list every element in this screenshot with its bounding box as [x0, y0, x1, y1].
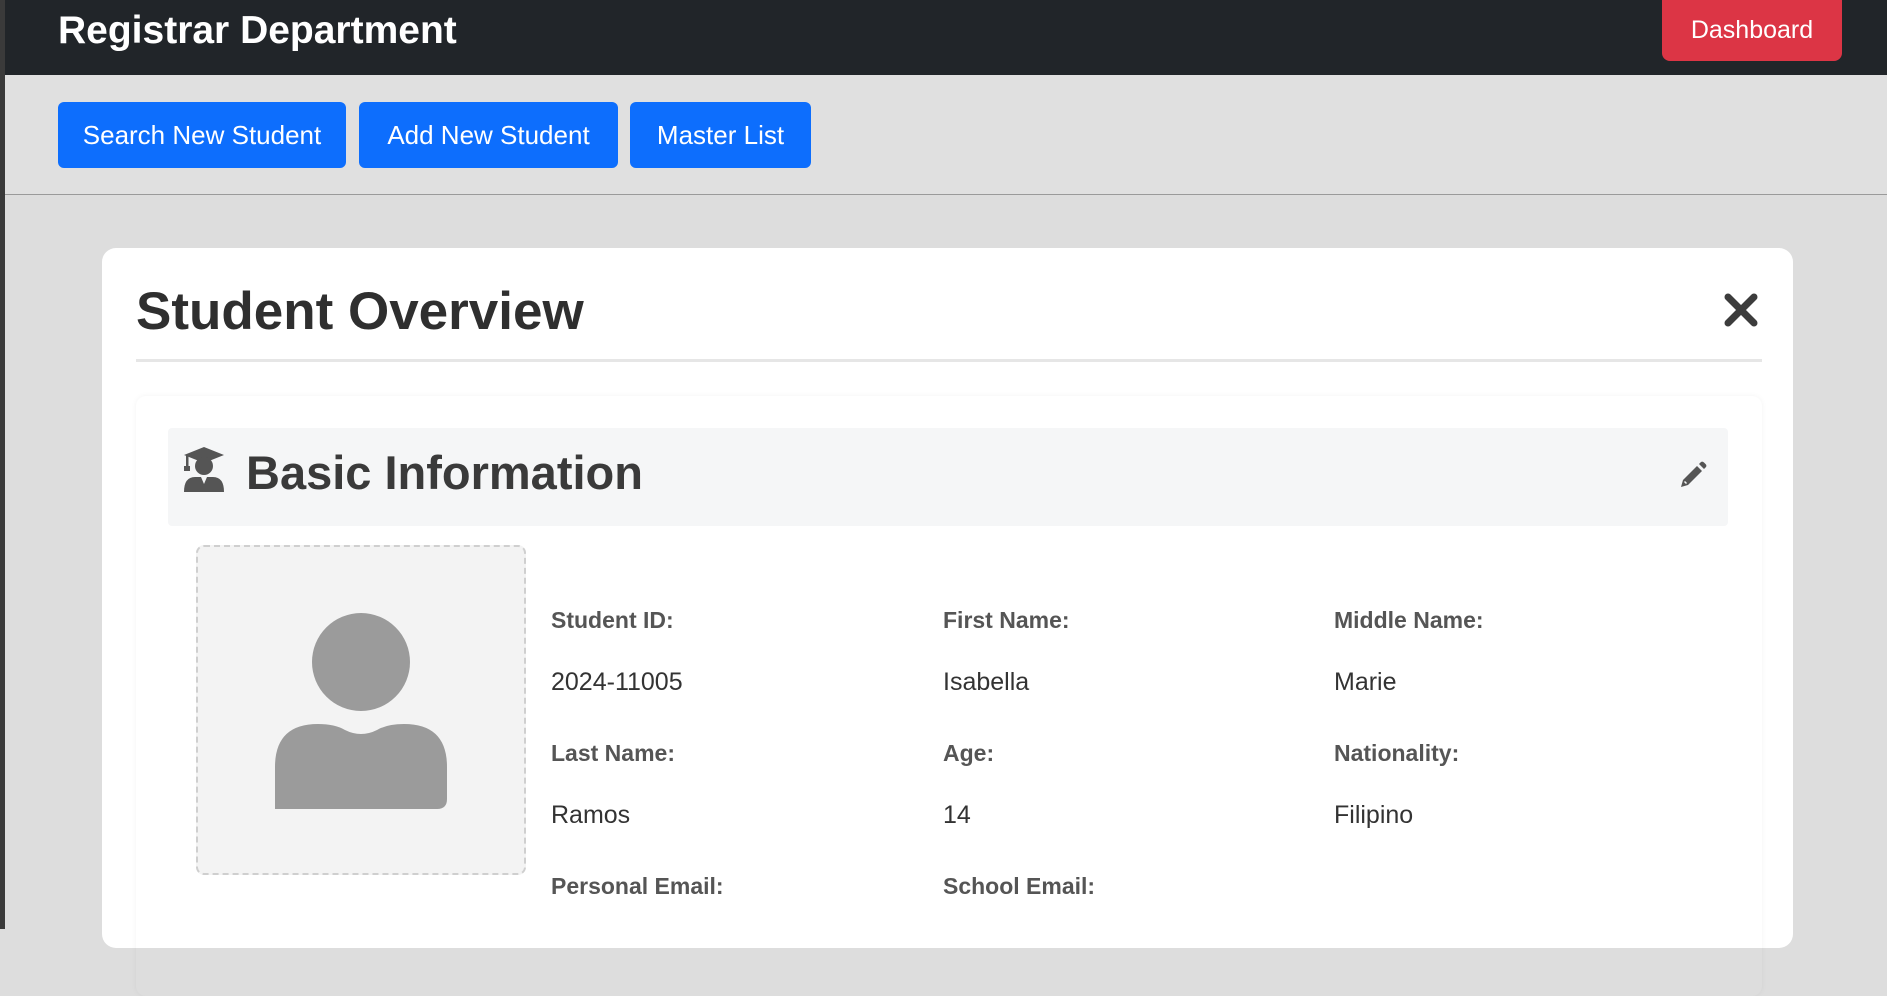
section-title: Basic Information: [246, 446, 643, 499]
brand-title: Registrar Department: [58, 9, 457, 52]
add-new-student-button[interactable]: Add New Student: [359, 102, 618, 168]
action-toolbar: Search New Student Add New Student Maste…: [5, 75, 1887, 195]
close-icon[interactable]: [1719, 288, 1763, 332]
personal-email-label: Personal Email:: [551, 873, 724, 899]
dashboard-button[interactable]: Dashboard: [1662, 0, 1842, 61]
age-label: Age:: [943, 740, 995, 766]
page-title: Student Overview: [136, 282, 584, 341]
search-new-student-button[interactable]: Search New Student: [58, 102, 346, 168]
pencil-icon[interactable]: [1676, 460, 1708, 492]
middle-name-label: Middle Name:: [1334, 607, 1484, 633]
nationality-value: Filipino: [1334, 801, 1414, 829]
student-overview-card: Student Overview Basic Information Stude…: [102, 248, 1793, 948]
user-placeholder-icon: [275, 613, 447, 809]
last-name-value: Ramos: [551, 801, 631, 829]
section-header: Basic Information: [168, 428, 1728, 526]
top-navbar: Registrar Department Dashboard: [5, 0, 1887, 75]
school-email-label: School Email:: [943, 873, 1096, 899]
first-name-value: Isabella: [943, 668, 1030, 696]
middle-name-value: Marie: [1334, 668, 1397, 696]
nationality-label: Nationality:: [1334, 740, 1460, 766]
graduate-icon: [182, 446, 226, 494]
title-divider: [136, 359, 1762, 362]
student-id-label: Student ID:: [551, 607, 674, 633]
student-id-value: 2024-11005: [551, 668, 683, 696]
first-name-label: First Name:: [943, 607, 1070, 633]
master-list-button[interactable]: Master List: [630, 102, 811, 168]
age-value: 14: [943, 801, 971, 829]
student-photo-placeholder: [196, 545, 526, 875]
last-name-label: Last Name:: [551, 740, 675, 766]
